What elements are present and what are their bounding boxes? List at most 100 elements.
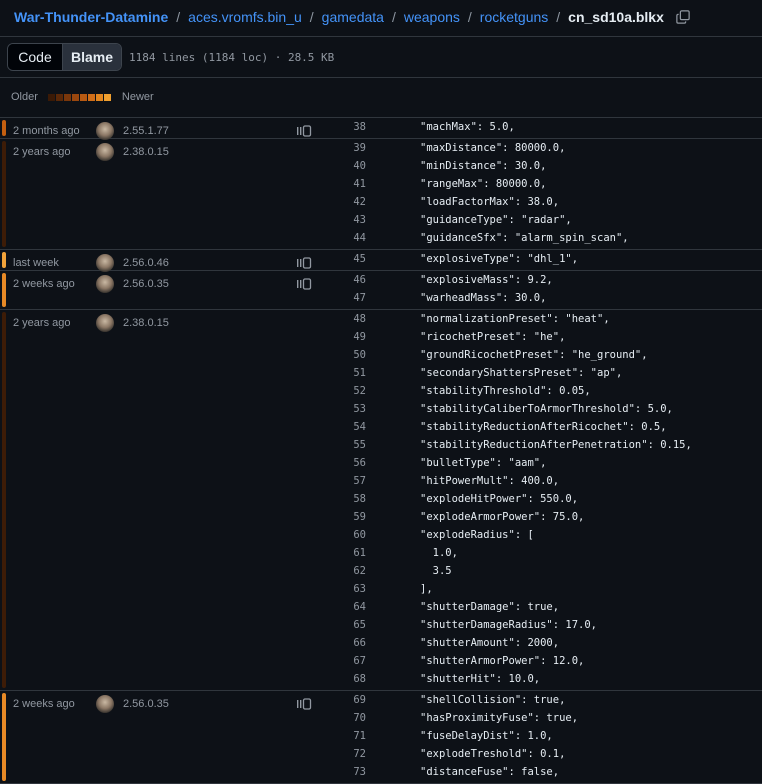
code-line: 62 3.5 <box>0 562 762 580</box>
breadcrumb-link[interactable]: gamedata <box>322 9 384 25</box>
line-number[interactable]: 54 <box>330 418 366 436</box>
code-text: "shutterDamage": true, <box>420 601 560 613</box>
blame-age-legend: Older Newer <box>0 77 762 117</box>
age-swatch <box>55 93 63 101</box>
code-line: 64 "shutterDamage": true, <box>0 598 762 616</box>
blame-hunk: 2 weeks ago 2.56.0.35 69 "shellCollision": … <box>0 691 762 784</box>
breadcrumb-separator: / <box>176 8 181 25</box>
line-number[interactable]: 72 <box>330 745 366 763</box>
code-text: 1.0, <box>420 547 458 559</box>
line-number[interactable]: 59 <box>330 508 366 526</box>
line-number[interactable]: 50 <box>330 346 366 364</box>
repo-link[interactable]: War-Thunder-Datamine <box>14 9 168 25</box>
breadcrumb-separator: / <box>467 8 472 25</box>
code-text: "bulletType": "aam", <box>420 457 547 469</box>
line-number[interactable]: 63 <box>330 580 366 598</box>
code-text: "shutterHit": 10.0, <box>420 673 541 685</box>
code-line: 57 "hitPowerMult": 400.0, <box>0 472 762 490</box>
line-number[interactable]: 47 <box>330 289 366 307</box>
line-number[interactable]: 55 <box>330 436 366 454</box>
copy-path-icon[interactable] <box>676 9 690 24</box>
line-number[interactable]: 39 <box>330 139 366 157</box>
code-line: 61 1.0, <box>0 544 762 562</box>
code-text: "explodeRadius": [ <box>420 529 534 541</box>
code-text: "stabilityCaliberToArmorThreshold": 5.0, <box>420 403 673 415</box>
code-text: "shutterArmorPower": 12.0, <box>420 655 585 667</box>
code-line: 58 "explodeHitPower": 550.0, <box>0 490 762 508</box>
line-number[interactable]: 51 <box>330 364 366 382</box>
breadcrumb-link[interactable]: aces.vromfs.bin_u <box>188 9 302 25</box>
line-number[interactable]: 66 <box>330 634 366 652</box>
code-text: "stabilityReductionAfterRicochet": 0.5, <box>420 421 667 433</box>
code-line: 51 "secondaryShattersPreset": "ap", <box>0 364 762 382</box>
file-toolbar: Code Blame 1184 lines (1184 loc) · 28.5 … <box>0 36 762 78</box>
view-toggle: Code Blame <box>7 43 122 71</box>
code-line: 52 "stabilityThreshold": 0.05, <box>0 382 762 400</box>
line-number[interactable]: 53 <box>330 400 366 418</box>
file-name: cn_sd10a.blkx <box>568 8 664 25</box>
code-text: "fuseDelayDist": 1.0, <box>420 730 553 742</box>
line-number[interactable]: 68 <box>330 670 366 688</box>
line-number[interactable]: 52 <box>330 382 366 400</box>
blame-hunk: 2 weeks ago 2.56.0.35 46 "explosiveMass": 9… <box>0 271 762 310</box>
code-line: 65 "shutterDamageRadius": 17.0, <box>0 616 762 634</box>
line-number[interactable]: 49 <box>330 328 366 346</box>
code-text: "stabilityThreshold": 0.05, <box>420 385 591 397</box>
breadcrumb-link[interactable]: rocketguns <box>480 9 548 25</box>
code-text: "guidanceType": "radar", <box>420 214 572 226</box>
code-line: 40 "minDistance": 30.0, <box>0 157 762 175</box>
code-text: "maxDistance": 80000.0, <box>420 142 566 154</box>
line-number[interactable]: 62 <box>330 562 366 580</box>
line-number[interactable]: 71 <box>330 727 366 745</box>
line-number[interactable]: 40 <box>330 157 366 175</box>
breadcrumb: War-Thunder-Datamine / aces.vromfs.bin_u… <box>0 0 762 33</box>
code-line: 50 "groundRicochetPreset": "he_ground", <box>0 346 762 364</box>
line-number[interactable]: 42 <box>330 193 366 211</box>
code-line: 48 "normalizationPreset": "heat", <box>0 310 762 328</box>
line-number[interactable]: 45 <box>330 250 366 268</box>
line-number[interactable]: 46 <box>330 271 366 289</box>
code-text: "normalizationPreset": "heat", <box>420 313 610 325</box>
line-number[interactable]: 57 <box>330 472 366 490</box>
code-line: 42 "loadFactorMax": 38.0, <box>0 193 762 211</box>
code-text: "stabilityReductionAfterPenetration": 0.… <box>420 439 692 451</box>
code-text: "secondaryShattersPreset": "ap", <box>420 367 623 379</box>
code-line: 38 "machMax": 5.0, <box>0 118 762 136</box>
line-number[interactable]: 58 <box>330 490 366 508</box>
line-number[interactable]: 41 <box>330 175 366 193</box>
code-line: 56 "bulletType": "aam", <box>0 454 762 472</box>
line-number[interactable]: 61 <box>330 544 366 562</box>
file-meta: 1184 lines (1184 loc) · 28.5 KB <box>129 50 335 64</box>
code-text: "hasProximityFuse": true, <box>420 712 579 724</box>
code-text: "explosiveMass": 9.2, <box>420 274 553 286</box>
breadcrumb-separator: / <box>309 8 314 25</box>
line-number[interactable]: 73 <box>330 763 366 781</box>
breadcrumb-separator: / <box>556 8 561 25</box>
line-number[interactable]: 43 <box>330 211 366 229</box>
code-text: "explosiveType": "dhl_1", <box>420 253 579 265</box>
line-number[interactable]: 65 <box>330 616 366 634</box>
line-number[interactable]: 38 <box>330 118 366 136</box>
code-text: "hitPowerMult": 400.0, <box>420 475 560 487</box>
blame-hunk: 2 years ago 2.38.0.15 48 "normalizationPres… <box>0 310 762 691</box>
code-line: 49 "ricochetPreset": "he", <box>0 328 762 346</box>
age-swatch <box>47 93 55 101</box>
breadcrumb-link[interactable]: weapons <box>404 9 460 25</box>
line-number[interactable]: 56 <box>330 454 366 472</box>
line-number[interactable]: 70 <box>330 709 366 727</box>
blame-view: 2 months ago 2.55.1.77 38 "machMax": 5.0, 2 … <box>0 117 762 784</box>
line-number[interactable]: 44 <box>330 229 366 247</box>
code-line: 72 "explodeTreshold": 0.1, <box>0 745 762 763</box>
code-button[interactable]: Code <box>8 44 62 70</box>
line-number[interactable]: 48 <box>330 310 366 328</box>
line-number[interactable]: 60 <box>330 526 366 544</box>
code-line: 55 "stabilityReductionAfterPenetration": … <box>0 436 762 454</box>
code-line: 41 "rangeMax": 80000.0, <box>0 175 762 193</box>
line-number[interactable]: 64 <box>330 598 366 616</box>
code-text: "shellCollision": true, <box>420 694 566 706</box>
blame-button[interactable]: Blame <box>62 44 121 70</box>
code-text: "explodeArmorPower": 75.0, <box>420 511 585 523</box>
line-number[interactable]: 67 <box>330 652 366 670</box>
legend-newer-label: Newer <box>121 91 154 103</box>
line-number[interactable]: 69 <box>330 691 366 709</box>
